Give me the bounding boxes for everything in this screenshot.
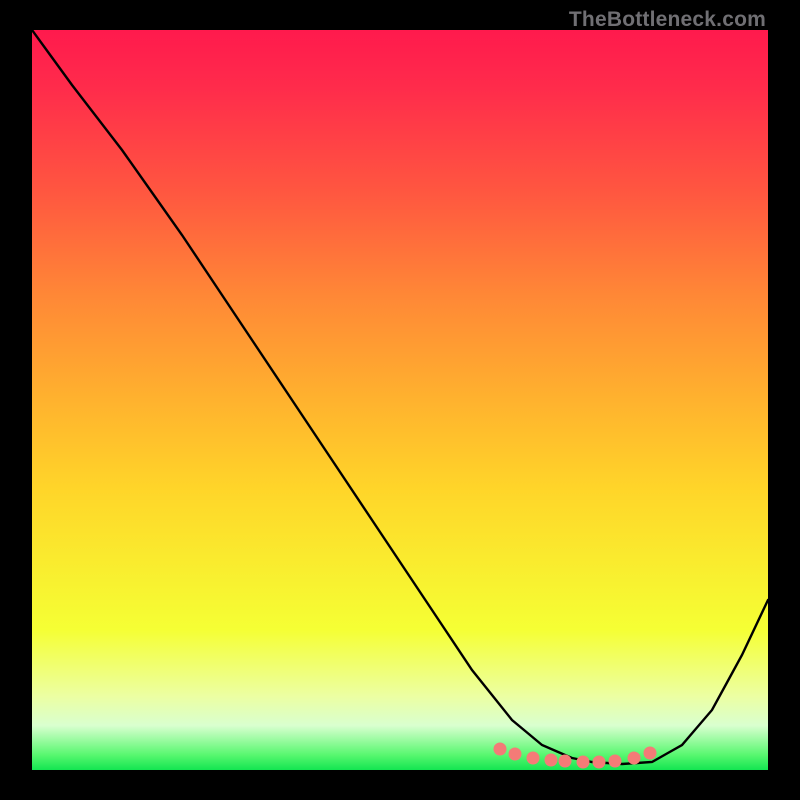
valley-marker (593, 756, 606, 769)
valley-marker (577, 756, 590, 769)
valley-marker (559, 755, 572, 768)
valley-marker (628, 752, 641, 765)
watermark-text: TheBottleneck.com (569, 8, 766, 32)
plot-area (32, 30, 768, 770)
valley-marker (509, 748, 522, 761)
chart-frame: TheBottleneck.com (0, 0, 800, 800)
valley-marker (609, 755, 622, 768)
valley-marker (494, 743, 507, 756)
valley-marker (527, 752, 540, 765)
valley-markers (494, 743, 657, 769)
valley-marker (545, 754, 558, 767)
bottleneck-curve (32, 30, 768, 764)
bottleneck-curve-svg (32, 30, 768, 770)
valley-marker (644, 747, 657, 760)
